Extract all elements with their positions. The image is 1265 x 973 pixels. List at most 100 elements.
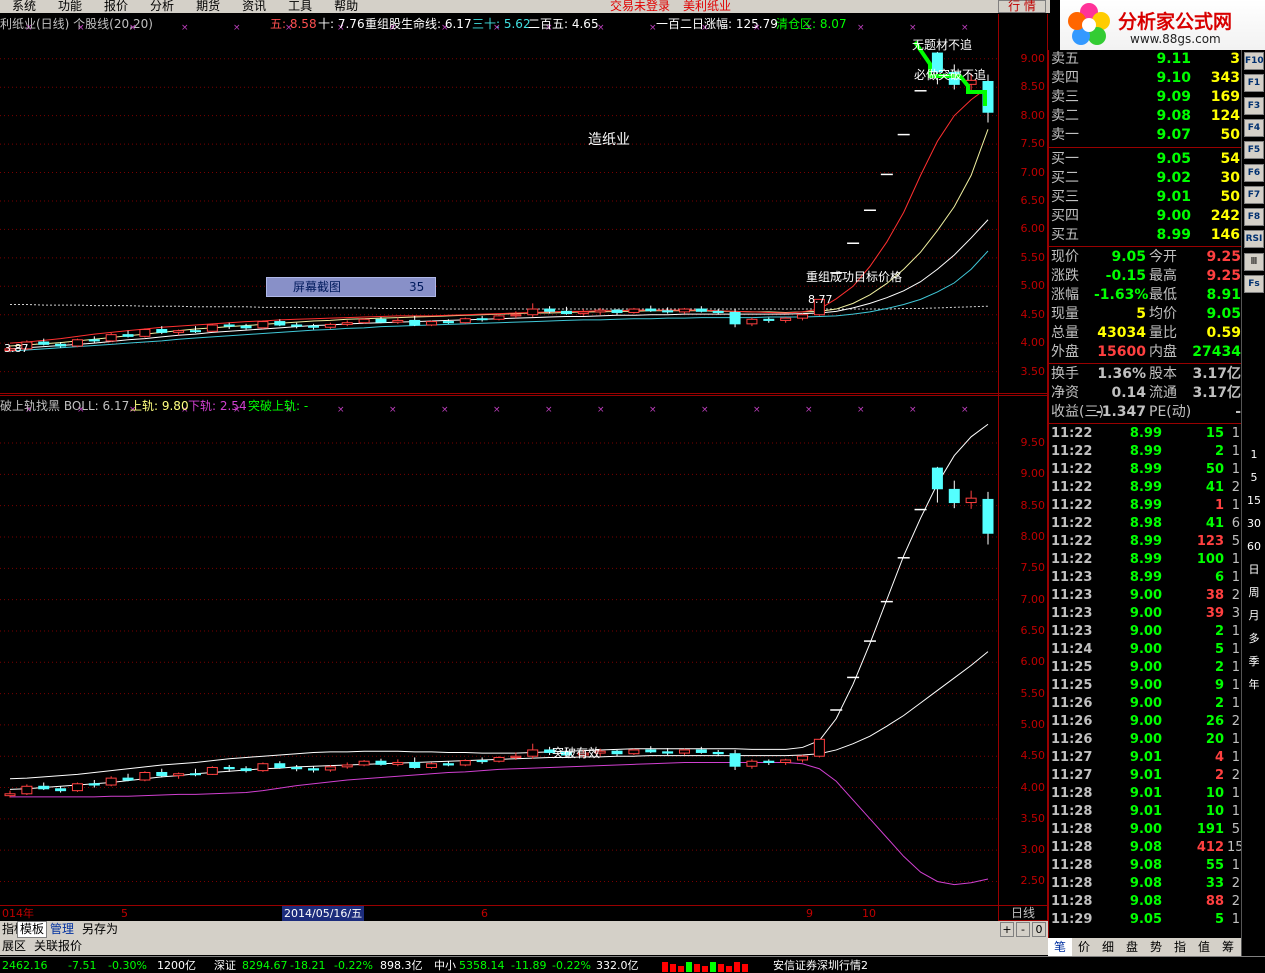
tick-row[interactable]: 11:23 8.99 6 1 <box>1049 569 1241 587</box>
tick-row[interactable]: 11:22 8.99 123 5 <box>1049 533 1241 551</box>
tick-row[interactable]: 11:25 9.00 9 1 <box>1049 677 1241 695</box>
tick-row[interactable]: 11:22 8.99 2 1 <box>1049 443 1241 461</box>
tick-volume: 2 <box>1214 768 1224 783</box>
tick-row[interactable]: 11:23 9.00 38 2 <box>1049 587 1241 605</box>
side-toolbar-button[interactable]: Fs <box>1244 275 1264 293</box>
side-toolbar-button[interactable]: F4 <box>1244 118 1264 137</box>
date-axis[interactable]: 014年 5 2014/05/16/五 6 9 10 <box>0 905 998 921</box>
zoom-out-button[interactable]: - <box>1016 922 1030 937</box>
menu-item-help[interactable]: 帮助 <box>334 0 358 13</box>
side-toolbar-button[interactable]: F10 <box>1244 52 1264 70</box>
tick-row[interactable]: 11:28 9.00 191 5 <box>1049 821 1241 839</box>
sell-order-row[interactable]: 卖三 9.09 169 <box>1049 88 1241 107</box>
candle-body <box>341 764 353 768</box>
quote-tab[interactable]: 势 <box>1144 938 1168 956</box>
ma30-line <box>9 250 989 352</box>
candle-body <box>780 759 792 763</box>
tick-row[interactable]: 11:22 8.99 100 1 <box>1049 551 1241 569</box>
quote-tab[interactable]: 指 <box>1168 938 1192 956</box>
side-toolbar-button[interactable]: 季 <box>1244 653 1264 671</box>
side-toolbar-button[interactable]: F7 <box>1244 185 1264 204</box>
quote-tab[interactable]: 笔 <box>1048 938 1072 956</box>
tab-expand-area[interactable]: 展区 <box>2 938 26 955</box>
tab-related-quote[interactable]: 关联报价 <box>34 938 82 955</box>
side-toolbar-button[interactable]: 周 <box>1244 584 1264 602</box>
side-toolbar-button[interactable]: 1 <box>1244 446 1264 464</box>
side-toolbar-button[interactable]: 60 <box>1244 538 1264 556</box>
buy-order-row[interactable]: 买三 9.01 50 <box>1049 188 1241 207</box>
tick-row[interactable]: 11:22 8.99 1 1 <box>1049 497 1241 515</box>
tab-template[interactable]: 模板 <box>17 921 48 938</box>
tick-row[interactable]: 11:23 9.00 39 3 <box>1049 605 1241 623</box>
menu-item-tools[interactable]: 工具 <box>288 0 312 13</box>
tick-row[interactable]: 11:26 9.00 26 2 <box>1049 713 1241 731</box>
candle-body <box>392 761 404 765</box>
tick-row[interactable]: 11:22 8.99 50 1 <box>1049 461 1241 479</box>
side-toolbar-button[interactable]: Ⅲ <box>1244 252 1264 271</box>
menu-item-news[interactable]: 资讯 <box>242 0 266 13</box>
side-toolbar-button[interactable]: 日 <box>1244 561 1264 579</box>
tick-row[interactable]: 11:28 9.08 88 2 <box>1049 893 1241 911</box>
quote-button[interactable]: 行 情 <box>998 0 1046 13</box>
tick-volume: 10 <box>1205 804 1224 819</box>
buy-order-row[interactable]: 买二 9.02 30 <box>1049 169 1241 188</box>
tick-row[interactable]: 11:28 9.08 55 1 <box>1049 857 1241 875</box>
side-toolbar-button[interactable]: 多 <box>1244 630 1264 648</box>
screenshot-box[interactable]: 屏幕截图 35 <box>266 277 436 297</box>
quote-tab[interactable]: 盘 <box>1120 938 1144 956</box>
menu-item-system[interactable]: 系统 <box>12 0 36 13</box>
axis-marker: × <box>493 405 501 415</box>
sell-order-row[interactable]: 卖四 9.10 343 <box>1049 69 1241 88</box>
sell-order-row[interactable]: 卖一 9.07 50 <box>1049 126 1241 145</box>
tick-count: 1 <box>1231 804 1240 819</box>
side-toolbar-button[interactable]: 年 <box>1244 676 1264 694</box>
tick-row[interactable]: 11:28 9.01 10 1 <box>1049 803 1241 821</box>
menu-item-analysis[interactable]: 分析 <box>150 0 174 13</box>
side-toolbar-button[interactable]: F3 <box>1244 96 1264 115</box>
side-toolbar-button[interactable]: 30 <box>1244 515 1264 533</box>
tick-row[interactable]: 11:25 9.00 2 1 <box>1049 659 1241 677</box>
buy-order-row[interactable]: 买五 8.99 146 <box>1049 226 1241 245</box>
tick-row[interactable]: 11:22 8.99 41 2 <box>1049 479 1241 497</box>
tick-row[interactable]: 11:29 9.05 5 1 <box>1049 911 1241 929</box>
menu-item-futures[interactable]: 期货 <box>196 0 220 13</box>
quote-tab[interactable]: 价 <box>1072 938 1096 956</box>
tick-row[interactable]: 11:27 9.01 4 1 <box>1049 749 1241 767</box>
boll-chart-pane[interactable]: × × × × × × × × × × × × × × × × × × × 破上轨找黑 BOLL: 6.17 上轨:… <box>0 396 998 904</box>
side-toolbar-button[interactable]: F8 <box>1244 208 1264 227</box>
side-toolbar-button[interactable]: F6 <box>1244 163 1264 182</box>
side-toolbar-button[interactable]: 月 <box>1244 607 1264 625</box>
buy-order-row[interactable]: 买一 9.05 54 <box>1049 150 1241 169</box>
buy-order-row[interactable]: 买四 9.00 242 <box>1049 207 1241 226</box>
side-toolbar-button[interactable]: F5 <box>1244 141 1264 160</box>
sell-order-row[interactable]: 卖二 9.08 124 <box>1049 107 1241 126</box>
side-toolbar-button[interactable]: RSI <box>1244 230 1264 249</box>
side-toolbar-button[interactable]: F1 <box>1244 74 1264 93</box>
tab-save-as[interactable]: 另存为 <box>80 921 120 938</box>
zoom-in-button[interactable]: + <box>1000 922 1014 937</box>
tab-manage[interactable]: 管理 <box>48 921 76 938</box>
quote-tab[interactable]: 细 <box>1096 938 1120 956</box>
price-chart-pane[interactable]: × × × × × × × × × × × × × × × × × × × 利纸业(日线) 个股线(20,20) 五… <box>0 14 998 393</box>
quote-tab[interactable]: 筹 <box>1216 938 1240 956</box>
period-label[interactable]: 日线 <box>998 905 1048 921</box>
tick-row[interactable]: 11:22 8.98 41 6 <box>1049 515 1241 533</box>
sell-order-row[interactable]: 卖五 9.11 3 <box>1049 50 1241 69</box>
login-status[interactable]: 交易未登录 <box>610 0 670 13</box>
tick-row[interactable]: 11:23 9.00 2 1 <box>1049 623 1241 641</box>
tick-row[interactable]: 11:26 9.00 20 1 <box>1049 731 1241 749</box>
tick-row[interactable]: 11:24 9.00 5 1 <box>1049 641 1241 659</box>
menu-item-function[interactable]: 功能 <box>58 0 82 13</box>
tick-row[interactable]: 11:28 9.08 33 2 <box>1049 875 1241 893</box>
side-toolbar-button[interactable]: 15 <box>1244 492 1264 510</box>
tick-row[interactable]: 11:22 8.99 15 1 <box>1049 425 1241 443</box>
menu-item-quote[interactable]: 报价 <box>104 0 128 13</box>
zoom-reset-button[interactable]: 0 <box>1032 922 1046 937</box>
side-toolbar-button[interactable]: 5 <box>1244 469 1264 487</box>
tick-row[interactable]: 11:27 9.01 2 2 <box>1049 767 1241 785</box>
quote-tab[interactable]: 值 <box>1192 938 1216 956</box>
tick-row[interactable]: 11:28 9.01 10 1 <box>1049 785 1241 803</box>
tick-row[interactable]: 11:28 9.08 41215 <box>1049 839 1241 857</box>
tick-time: 11:22 <box>1051 498 1093 513</box>
tick-row[interactable]: 11:26 9.00 2 1 <box>1049 695 1241 713</box>
